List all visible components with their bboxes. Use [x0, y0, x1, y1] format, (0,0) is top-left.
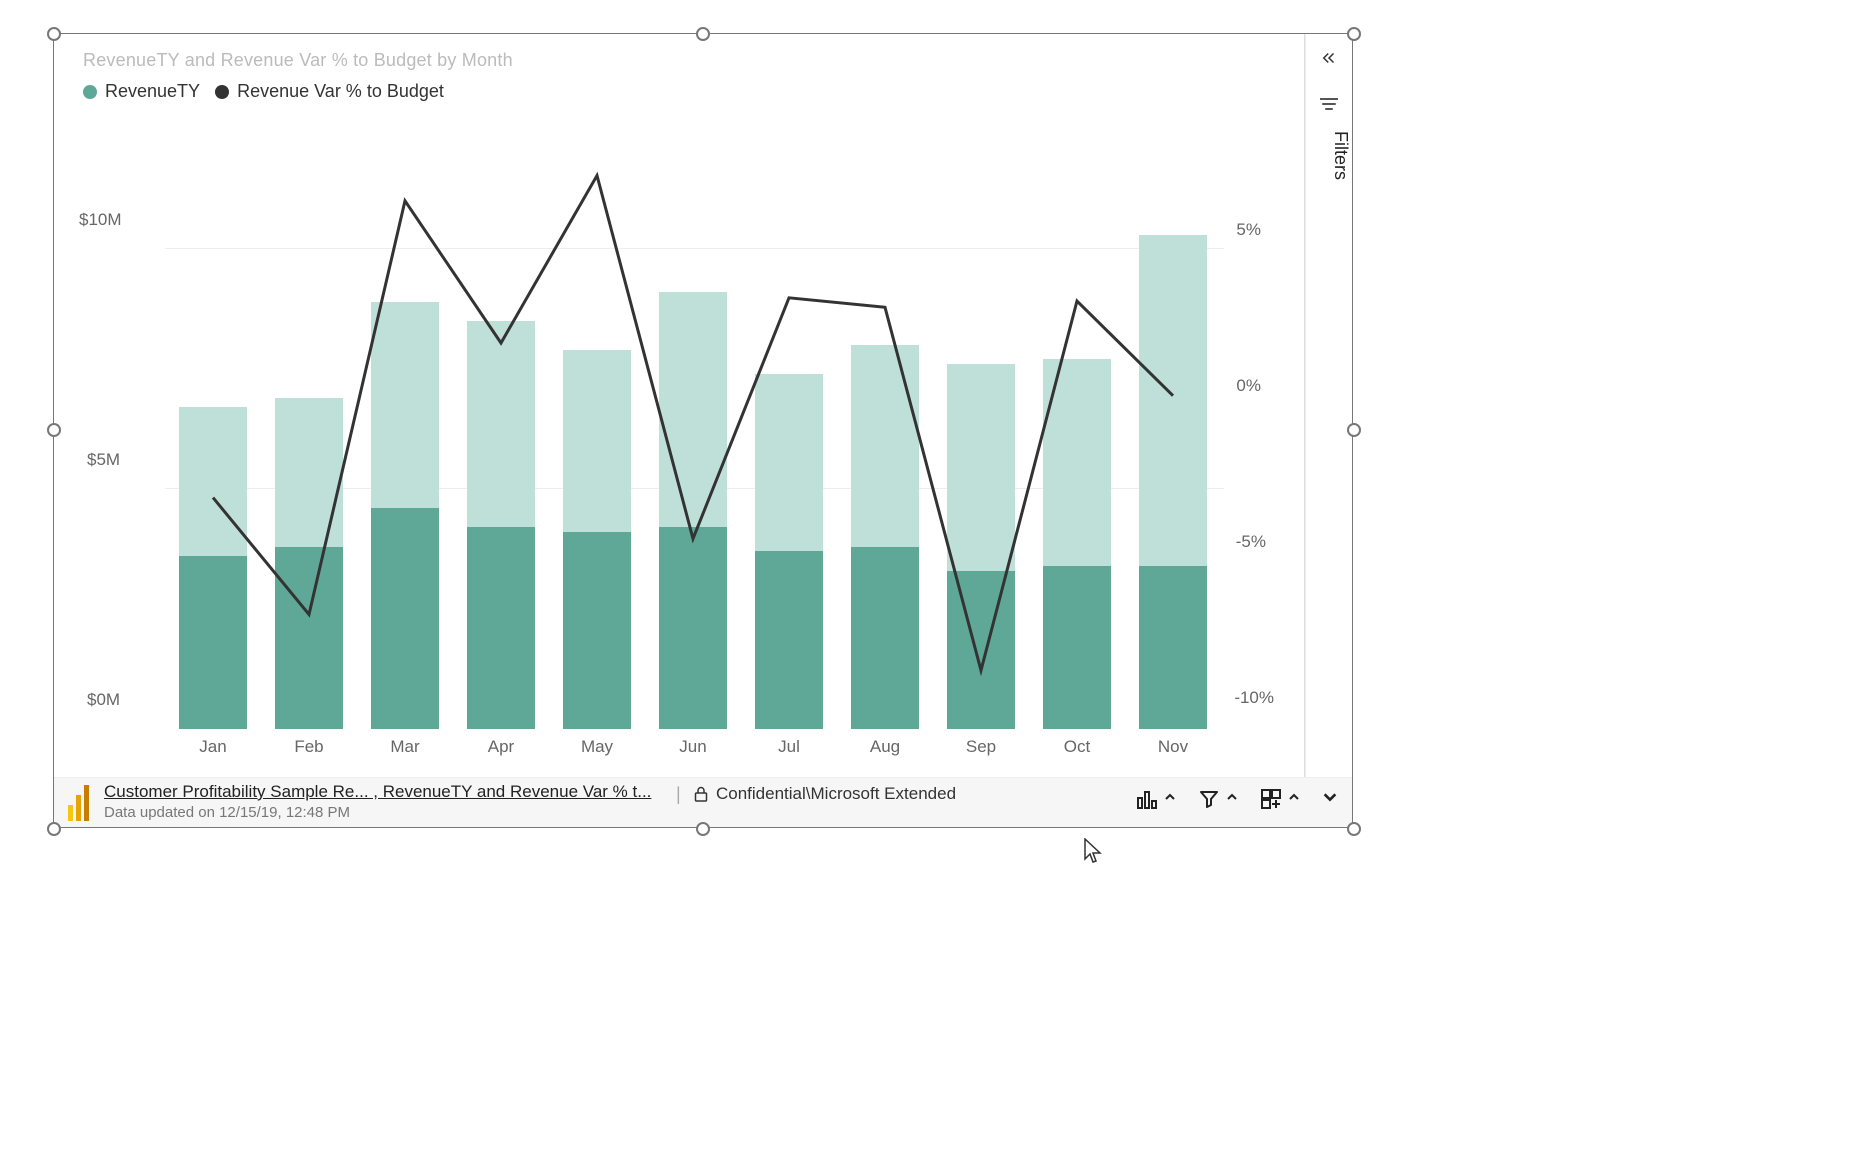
resize-handle-top-left[interactable]	[47, 27, 61, 41]
legend-label: RevenueTY	[105, 81, 200, 102]
chart-legend: RevenueTY Revenue Var % to Budget	[83, 81, 454, 104]
filter-info-button[interactable]	[1198, 788, 1238, 810]
y2-axis-tick-n5: -5%	[1236, 532, 1266, 552]
filters-icon	[1306, 97, 1351, 111]
x-category-label: May	[549, 737, 645, 757]
variance-polyline	[213, 176, 1173, 671]
x-category-label: Nov	[1125, 737, 1221, 757]
resize-handle-top-mid[interactable]	[696, 27, 710, 41]
pin-visual-button[interactable]	[1260, 788, 1300, 810]
legend-item-revenuety[interactable]: RevenueTY	[83, 81, 200, 102]
legend-swatch-variance	[215, 85, 229, 99]
x-category-label: Apr	[453, 737, 549, 757]
filters-label: Filters	[1306, 131, 1351, 180]
x-category-label: Aug	[837, 737, 933, 757]
y2-axis-tick-n10: -10%	[1234, 688, 1274, 708]
x-category-label: Mar	[357, 737, 453, 757]
x-category-label: Feb	[261, 737, 357, 757]
expand-toolbar-button[interactable]	[1322, 789, 1338, 810]
filters-pane-collapsed[interactable]: Filters	[1305, 35, 1351, 827]
y2-axis-tick-5: 5%	[1236, 220, 1261, 240]
sensitivity-label[interactable]: Confidential\Microsoft Extended	[694, 784, 956, 804]
resize-handle-mid-right[interactable]	[1347, 423, 1361, 437]
resize-handle-bottom-right[interactable]	[1347, 822, 1361, 836]
mouse-cursor-icon	[1084, 838, 1102, 864]
expand-filters-button[interactable]	[1306, 49, 1351, 67]
add-tile-icon	[1260, 788, 1282, 810]
chevrons-left-icon	[1320, 49, 1338, 67]
chevron-up-icon	[1288, 790, 1300, 808]
drill-actions-button[interactable]	[1136, 788, 1176, 810]
data-updated-label: Data updated on 12/15/19, 12:48 PM	[104, 804, 350, 821]
y1-axis-tick-5: $5M	[87, 450, 120, 470]
chevron-down-icon	[1322, 789, 1338, 810]
bar-chart-icon	[1136, 788, 1158, 810]
resize-handle-top-right[interactable]	[1347, 27, 1361, 41]
legend-label: Revenue Var % to Budget	[237, 81, 444, 102]
y1-axis-tick-0: $0M	[87, 690, 120, 710]
y2-axis-tick-0: 0%	[1236, 376, 1261, 396]
resize-handle-mid-left[interactable]	[47, 423, 61, 437]
x-category-label: Jun	[645, 737, 741, 757]
plot-area: Jan Feb Mar Apr	[165, 125, 1224, 729]
filter-applied-icon	[1198, 788, 1220, 810]
resize-handle-bottom-left[interactable]	[47, 822, 61, 836]
x-category-label: Jan	[165, 737, 261, 757]
x-category-label: Oct	[1029, 737, 1125, 757]
x-category-label: Sep	[933, 737, 1029, 757]
combo-chart-visual[interactable]: RevenueTY and Revenue Var % to Budget by…	[55, 35, 1304, 775]
powerbi-logo-icon	[68, 785, 90, 821]
chart-title: RevenueTY and Revenue Var % to Budget by…	[83, 50, 513, 71]
variance-line-series[interactable]	[165, 125, 1225, 725]
resize-handle-bottom-mid[interactable]	[696, 822, 710, 836]
sensitivity-text: Confidential\Microsoft Extended	[716, 784, 956, 804]
x-category-label: Jul	[741, 737, 837, 757]
footer-toolbar	[1136, 788, 1338, 810]
visual-selection-frame[interactable]: RevenueTY and Revenue Var % to Budget by…	[53, 33, 1353, 828]
report-breadcrumb-link[interactable]: Customer Profitability Sample Re... , Re…	[104, 782, 651, 802]
legend-swatch-revenuety	[83, 85, 97, 99]
chevron-up-icon	[1226, 790, 1238, 808]
y1-axis-tick-10: $10M	[79, 210, 122, 230]
legend-item-variance[interactable]: Revenue Var % to Budget	[215, 81, 444, 102]
chevron-up-icon	[1164, 790, 1176, 808]
footer-divider: |	[676, 784, 681, 805]
authoring-canvas: RevenueTY and Revenue Var % to Budget by…	[0, 0, 1408, 870]
lock-icon	[694, 786, 708, 802]
visual-footer-bar: Customer Profitability Sample Re... , Re…	[54, 777, 1352, 827]
